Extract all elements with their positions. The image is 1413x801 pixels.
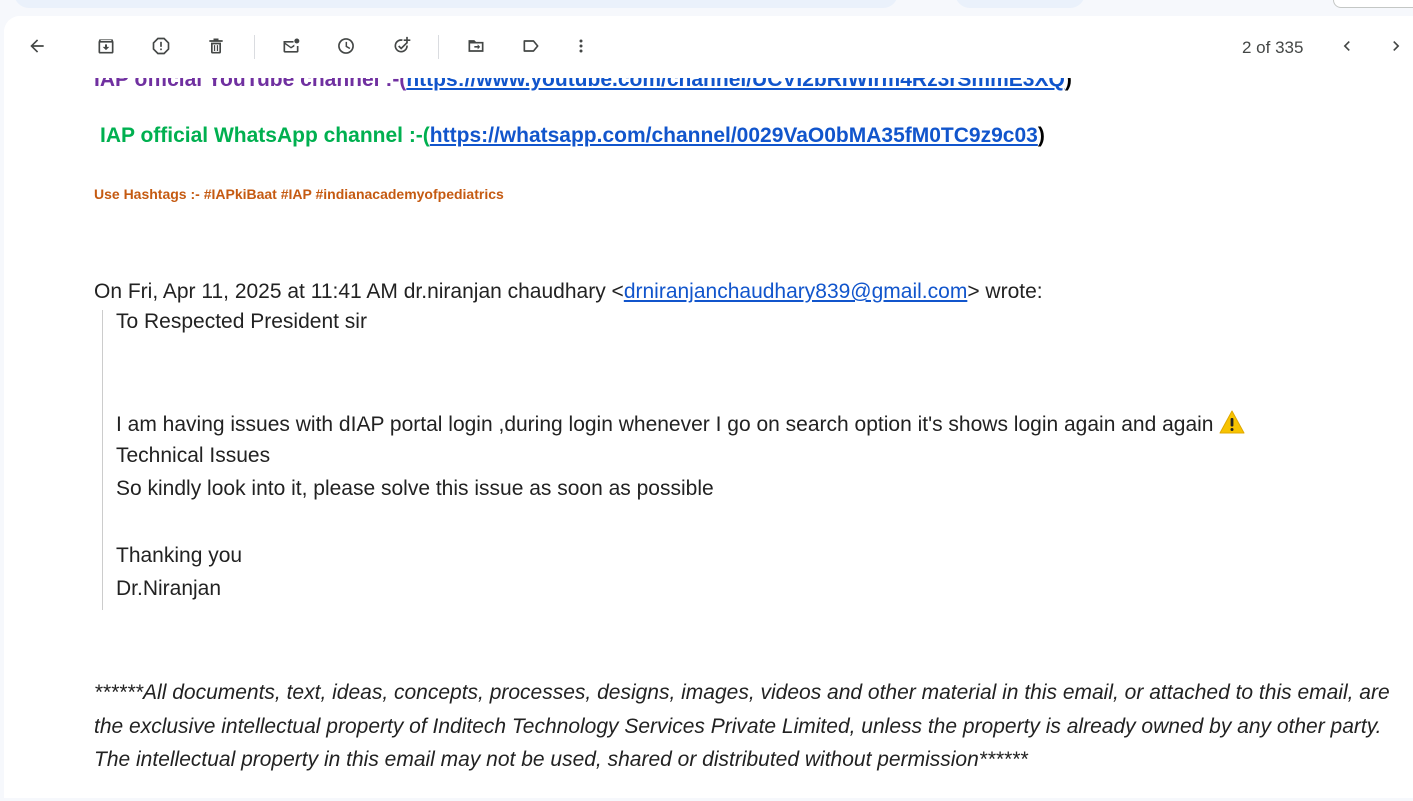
back-button[interactable]: [21, 32, 53, 64]
chevron-left-icon: [1337, 36, 1357, 61]
whatsapp-label: IAP official WhatsApp channel :-(: [100, 124, 430, 147]
move-to-button[interactable]: [460, 32, 492, 64]
move-to-icon: [466, 36, 486, 61]
back-arrow-icon: [27, 36, 47, 61]
toolbar-divider: [254, 35, 255, 59]
quote-attribution: On Fri, Apr 11, 2025 at 11:41 AM dr.nira…: [94, 280, 1043, 304]
whatsapp-close-paren: ): [1037, 124, 1045, 147]
chevron-right-icon: [1386, 36, 1406, 61]
whatsapp-channel-line: IAP official WhatsApp channel :-(https:/…: [100, 124, 1045, 148]
header-box[interactable]: [1333, 0, 1413, 8]
quote-technical-issues: Technical Issues: [116, 444, 271, 467]
hashtags-line: Use Hashtags :- #IAPkiBaat #IAP #indiana…: [94, 186, 504, 202]
mark-unread-icon: [281, 36, 301, 61]
more-options-button[interactable]: [565, 32, 597, 64]
search-bar[interactable]: [14, 0, 898, 8]
archive-button[interactable]: [90, 32, 122, 64]
more-vert-icon: [571, 36, 591, 61]
disclaimer: ******All documents, text, ideas, concep…: [94, 681, 1390, 771]
report-spam-button[interactable]: [145, 32, 177, 64]
toolbar-divider: [438, 35, 439, 59]
snooze-icon: [336, 36, 356, 61]
snooze-button[interactable]: [330, 32, 362, 64]
warning-icon: [1219, 410, 1245, 440]
quote-issue-text: I am having issues with dIAP portal logi…: [116, 413, 1214, 436]
label-icon: [521, 36, 541, 61]
quote-thanks: Thanking you: [116, 544, 243, 567]
whatsapp-link[interactable]: https://whatsapp.com/channel/0029VaO0bMA…: [430, 124, 1038, 147]
newer-button[interactable]: [1331, 32, 1363, 64]
older-button[interactable]: [1380, 32, 1412, 64]
quoted-message: To Respected President sir I am having i…: [102, 310, 1352, 610]
top-strip: [0, 0, 1413, 14]
header-pill[interactable]: [955, 0, 1085, 8]
email-body: IAP official YouTube channel :-(https://…: [4, 16, 1413, 798]
add-to-tasks-icon: [392, 36, 412, 61]
mark-unread-button[interactable]: [275, 32, 307, 64]
add-to-tasks-button[interactable]: [386, 32, 418, 64]
report-spam-icon: [151, 36, 171, 61]
quote-request: So kindly look into it, please solve thi…: [116, 477, 714, 500]
delete-icon: [206, 36, 226, 61]
email-panel: IAP official YouTube channel :-(https://…: [4, 16, 1413, 798]
archive-icon: [96, 36, 116, 61]
message-counter: 2 of 335: [1242, 38, 1304, 57]
delete-button[interactable]: [200, 32, 232, 64]
attribution-wrote: > wrote:: [967, 280, 1043, 303]
quote-signature: Dr.Niranjan: [116, 577, 222, 600]
message-toolbar: 2 of 335: [4, 16, 1413, 78]
label-button[interactable]: [515, 32, 547, 64]
attribution-text: On Fri, Apr 11, 2025 at 11:41 AM dr.nira…: [94, 280, 624, 303]
quote-issue-line: I am having issues with dIAP portal logi…: [116, 410, 1245, 440]
sender-email-link[interactable]: drniranjanchaudhary839@gmail.com: [624, 280, 968, 303]
quote-greeting: To Respected President sir: [116, 310, 367, 333]
